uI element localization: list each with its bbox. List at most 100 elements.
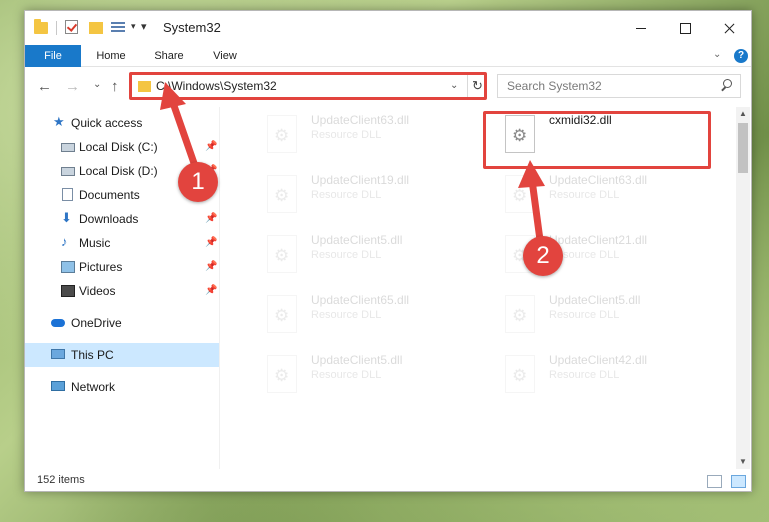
file-item[interactable]: UpdateClient5.dll Resource DLL <box>483 289 713 341</box>
sidebar-item-local-disk-c[interactable]: Local Disk (C:) 📌 <box>25 135 219 159</box>
file-name: UpdateClient65.dll <box>311 293 410 307</box>
pin-icon[interactable]: 📌 <box>205 261 217 272</box>
file-item[interactable]: UpdateClient63.dll Resource DLL <box>483 169 713 221</box>
window-title: System32 <box>163 20 221 35</box>
tab-file[interactable]: File <box>25 45 81 67</box>
file-name: UpdateClient5.dll <box>311 233 403 247</box>
videos-icon <box>61 285 75 297</box>
file-type: Resource DLL <box>311 249 382 261</box>
properties-icon[interactable] <box>111 20 125 34</box>
file-type: Resource DLL <box>311 129 382 141</box>
search-icon[interactable] <box>720 79 732 91</box>
file-name: UpdateClient5.dll <box>549 293 641 307</box>
scroll-thumb[interactable] <box>738 123 748 173</box>
large-icons-view-icon[interactable] <box>731 475 746 488</box>
search-input[interactable]: Search System32 <box>497 74 741 98</box>
file-item[interactable]: UpdateClient19.dll Resource DLL <box>245 169 475 221</box>
callout-badge-2: 2 <box>523 236 563 276</box>
download-icon: ⬇ <box>61 210 72 225</box>
dll-file-icon <box>505 355 535 393</box>
customize-toolbar-chevron-icon[interactable]: ▾ <box>131 21 136 37</box>
sidebar-item-quick-access[interactable]: ★ Quick access <box>25 111 219 135</box>
vertical-scrollbar[interactable]: ▲ ▼ <box>736 107 750 469</box>
dll-file-icon <box>267 115 297 153</box>
tab-view[interactable]: View <box>207 45 243 67</box>
file-item[interactable]: UpdateClient42.dll Resource DLL <box>483 349 713 401</box>
file-type: Resource DLL <box>549 369 620 381</box>
pin-icon[interactable]: 📌 <box>205 237 217 248</box>
file-item[interactable]: UpdateClient63.dll Resource DLL <box>245 109 475 161</box>
file-item[interactable]: UpdateClient5.dll Resource DLL <box>245 229 475 281</box>
sidebar-item-videos[interactable]: Videos 📌 <box>25 279 219 303</box>
drive-icon <box>61 143 75 152</box>
file-item[interactable]: UpdateClient5.dll Resource DLL <box>245 349 475 401</box>
sidebar-item-label: Videos <box>79 284 116 298</box>
sidebar-item-label: Quick access <box>71 116 143 130</box>
file-name: UpdateClient5.dll <box>311 353 403 367</box>
tab-home[interactable]: Home <box>89 45 133 67</box>
new-folder-icon[interactable] <box>89 22 103 34</box>
ribbon: File Home Share View ⌄ ? <box>25 45 751 67</box>
details-view-icon[interactable] <box>707 475 722 488</box>
file-name: UpdateClient63.dll <box>549 173 648 187</box>
scroll-up-arrow-icon[interactable]: ▲ <box>736 107 750 121</box>
pin-icon[interactable]: 📌 <box>205 213 217 224</box>
file-name: UpdateClient21.dll <box>549 233 648 247</box>
maximize-button[interactable] <box>663 11 707 45</box>
file-explorer-window: ▾ ▾ System32 File Home Share View ⌄ ? ← … <box>24 10 752 492</box>
checkmark-properties-icon[interactable] <box>65 20 78 34</box>
help-icon[interactable]: ? <box>734 49 748 63</box>
dll-file-icon <box>267 235 297 273</box>
sidebar-item-label: Music <box>79 236 111 250</box>
file-item[interactable]: UpdateClient21.dll Resource DLL <box>483 229 713 281</box>
callout-badge-1: 1 <box>178 162 218 202</box>
dll-file-icon <box>505 295 535 333</box>
dll-file-icon <box>505 175 535 213</box>
status-bar: 152 items <box>25 471 751 493</box>
forward-arrow-icon[interactable]: → <box>65 78 80 95</box>
file-type: Resource DLL <box>311 309 382 321</box>
search-placeholder: Search System32 <box>507 79 602 93</box>
scroll-down-arrow-icon[interactable]: ▼ <box>736 455 750 469</box>
title-bar: ▾ ▾ System32 <box>25 11 751 45</box>
sidebar-item-label: Downloads <box>79 212 139 226</box>
sidebar-item-this-pc[interactable]: This PC <box>25 343 219 367</box>
cloud-icon <box>51 319 65 327</box>
file-item[interactable]: UpdateClient65.dll Resource DLL <box>245 289 475 341</box>
sidebar-item-network[interactable]: Network <box>25 375 219 399</box>
pane-divider[interactable] <box>219 107 220 469</box>
tab-share[interactable]: Share <box>149 45 189 67</box>
file-name: UpdateClient19.dll <box>311 173 410 187</box>
sidebar-item-downloads[interactable]: ⬇ Downloads 📌 <box>25 207 219 231</box>
close-button[interactable] <box>707 11 751 45</box>
sidebar-item-pictures[interactable]: Pictures 📌 <box>25 255 219 279</box>
dll-file-icon <box>267 355 297 393</box>
dll-file-icon <box>267 295 297 333</box>
navigation-pane: ★ Quick access Local Disk (C:) 📌 Local D… <box>25 107 219 469</box>
address-highlight-annotation <box>129 72 487 100</box>
sidebar-item-label: OneDrive <box>71 316 122 330</box>
sidebar-item-music[interactable]: ♪ Music 📌 <box>25 231 219 255</box>
file-type: Resource DLL <box>549 189 620 201</box>
back-arrow-icon[interactable]: ← <box>37 78 52 95</box>
item-count: 152 items <box>37 474 85 486</box>
folder-icon[interactable] <box>34 19 48 34</box>
pictures-icon <box>61 261 75 273</box>
up-arrow-icon[interactable]: ↑ <box>111 78 119 95</box>
network-icon <box>51 381 65 391</box>
file-type: Resource DLL <box>311 369 382 381</box>
file-type: Resource DLL <box>311 189 382 201</box>
pin-icon[interactable]: 📌 <box>205 141 217 152</box>
drive-icon <box>61 167 75 176</box>
minimize-button[interactable] <box>619 11 663 45</box>
sidebar-item-onedrive[interactable]: OneDrive <box>25 311 219 335</box>
navigation-bar: ← → ⌄ ↑ C:\Windows\System32 ⌄ ↻ Search S… <box>25 68 751 104</box>
expand-ribbon-chevron-icon[interactable]: ⌄ <box>713 49 725 61</box>
recent-locations-chevron-icon[interactable]: ⌄ <box>93 79 101 90</box>
quick-access-dropdown-icon[interactable]: ▾ <box>141 20 147 36</box>
pin-icon[interactable]: 📌 <box>205 285 217 296</box>
computer-icon <box>51 349 65 359</box>
music-icon: ♪ <box>61 234 68 249</box>
star-icon: ★ <box>53 114 65 129</box>
sidebar-item-label: Documents <box>79 188 140 202</box>
